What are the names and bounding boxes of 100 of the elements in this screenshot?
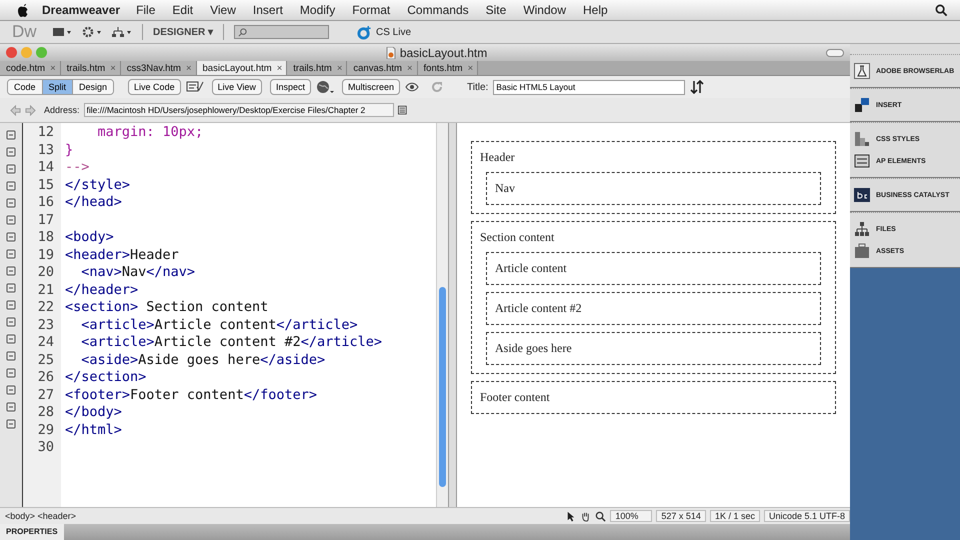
document-tab[interactable]: canvas.htm × — [347, 61, 418, 75]
code-token: Section content — [145, 299, 268, 315]
menu-item[interactable]: Site — [486, 3, 506, 17]
line-number: 14 — [36, 159, 55, 176]
live-view-button[interactable]: Live View — [212, 79, 262, 95]
gear-icon[interactable] — [82, 26, 102, 38]
code-token: <article> — [80, 334, 154, 350]
coding-toolbar-icon[interactable] — [5, 146, 17, 158]
code-token: </nav> — [146, 264, 196, 280]
block-text: Aside goes here — [495, 341, 573, 356]
inspect-button[interactable]: Inspect — [270, 79, 311, 95]
zoom-icon[interactable] — [595, 510, 606, 522]
title-label: Title: — [466, 82, 488, 92]
search-icon — [238, 28, 248, 36]
multiscreen-button[interactable]: Multiscreen — [342, 79, 400, 95]
code-token: </body> — [65, 404, 122, 420]
zoom-dropdown[interactable]: 100% — [610, 510, 652, 522]
view-mode-button[interactable]: Code — [8, 80, 43, 94]
code-token: </header> — [65, 282, 138, 298]
close-tab-icon[interactable]: × — [50, 62, 56, 74]
document-tab[interactable]: fonts.htm × — [418, 61, 478, 75]
app-name-menu[interactable]: Dreamweaver — [42, 3, 120, 17]
tag-selector[interactable]: <body> <header> — [5, 511, 76, 521]
hand-icon[interactable] — [580, 510, 592, 522]
coding-toolbar-icon[interactable] — [5, 197, 17, 209]
view-mode-button[interactable]: Split — [42, 80, 74, 94]
title-field[interactable]: Basic HTML5 Layout — [493, 80, 686, 94]
cs-live-icon[interactable] — [357, 24, 372, 40]
document-tab[interactable]: basicLayout.htm × — [196, 61, 288, 75]
menu-item[interactable]: Format — [352, 3, 390, 17]
coding-toolbar-icon[interactable] — [5, 231, 17, 243]
menu-item[interactable]: File — [136, 3, 156, 17]
coding-toolbar-icon[interactable] — [5, 418, 17, 430]
document-tab[interactable]: trails.htm × — [60, 61, 121, 75]
code-token: margin: 10px; — [96, 124, 204, 140]
site-map-icon[interactable] — [112, 26, 132, 38]
coding-toolbar-icon[interactable] — [5, 163, 17, 175]
workspace-switcher[interactable]: DESIGNER ▾ — [153, 26, 214, 38]
properties-tab[interactable]: PROPERTIES — [0, 524, 64, 540]
code-token: </aside> — [260, 352, 326, 368]
apple-logo-icon[interactable] — [16, 2, 30, 18]
document-tab[interactable]: trails.htm × — [287, 61, 348, 75]
line-number: 15 — [36, 176, 55, 194]
document-tab[interactable]: code.htm × — [0, 61, 61, 75]
close-tab-icon[interactable]: × — [336, 62, 342, 74]
cs-live-label[interactable]: CS Live — [376, 26, 412, 38]
search-field[interactable] — [234, 25, 330, 39]
close-tab-icon[interactable]: × — [276, 62, 282, 74]
toolbar-toggle-button[interactable] — [826, 48, 844, 56]
close-button[interactable] — [6, 47, 17, 58]
code-token: <article> — [80, 316, 154, 332]
scroll-bar[interactable] — [436, 123, 448, 507]
coding-toolbar-icon[interactable] — [5, 214, 17, 226]
document-tab[interactable]: css3Nav.htm × — [120, 61, 197, 75]
coding-toolbar-icon[interactable] — [5, 367, 17, 379]
block-text: Header — [480, 150, 516, 165]
code-token: Article content — [154, 316, 276, 332]
code-token: <body> — [65, 229, 114, 245]
menu-item[interactable]: View — [210, 3, 236, 17]
check-document-icon[interactable] — [186, 80, 204, 94]
window-size-dropdown[interactable]: 527 x 514 — [656, 510, 706, 522]
coding-toolbar-icon[interactable] — [5, 265, 17, 277]
coding-toolbar-icon[interactable] — [5, 316, 17, 328]
list-icon[interactable] — [398, 104, 409, 116]
close-tab-icon[interactable]: × — [468, 62, 474, 74]
coding-toolbar-icon[interactable] — [5, 180, 17, 192]
coding-toolbar-icon[interactable] — [5, 299, 17, 311]
code-token: </head> — [65, 194, 122, 210]
menu-item[interactable]: Window — [523, 3, 566, 17]
menu-item[interactable]: Commands — [407, 3, 469, 17]
menu-item[interactable]: Insert — [252, 3, 283, 17]
pointer-icon[interactable] — [565, 510, 576, 522]
view-mode-button[interactable]: Design — [73, 80, 114, 94]
line-number: 22 — [36, 299, 55, 316]
code-token: --> — [65, 159, 90, 175]
search-icon[interactable] — [935, 4, 948, 16]
menu-item[interactable]: Edit — [172, 3, 194, 17]
layout-icon[interactable] — [52, 26, 72, 38]
address-label: Address: — [44, 105, 80, 115]
briefcase-icon — [854, 243, 870, 259]
coding-toolbar-icon[interactable] — [5, 282, 17, 294]
coding-toolbar-icon[interactable] — [5, 333, 17, 345]
close-tab-icon[interactable]: × — [186, 62, 192, 74]
menu-item[interactable]: Help — [583, 3, 608, 17]
coding-toolbar-icon[interactable] — [5, 248, 17, 260]
code-token: Header — [130, 246, 179, 262]
globe-icon[interactable] — [316, 80, 334, 94]
coding-toolbar-icon[interactable] — [5, 401, 17, 413]
close-tab-icon[interactable]: × — [406, 62, 413, 74]
line-number: 25 — [36, 352, 55, 369]
app-logo: Dw — [12, 22, 38, 42]
coding-toolbar-icon[interactable] — [5, 384, 17, 396]
menu-item[interactable]: Modify — [300, 3, 336, 17]
live-code-button[interactable]: Live Code — [128, 79, 181, 95]
code-token: <header> — [65, 246, 130, 262]
coding-toolbar-icon[interactable] — [5, 129, 17, 141]
address-field[interactable]: file:///Macintosh HD/Users/josephlowery/Desktop/Exercise Files/Chapter 2 — [84, 103, 394, 117]
code-token: </section> — [65, 369, 146, 385]
close-tab-icon[interactable]: × — [110, 62, 116, 74]
coding-toolbar-icon[interactable] — [5, 350, 17, 362]
